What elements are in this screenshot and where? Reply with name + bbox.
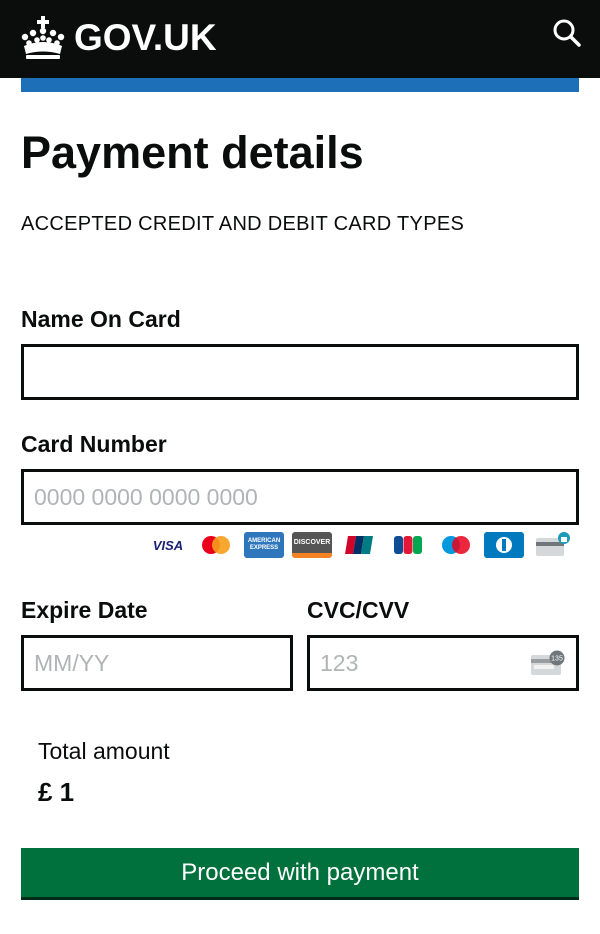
card-number-label: Card Number bbox=[21, 431, 167, 457]
visa-icon: VISA bbox=[152, 537, 184, 553]
name-on-card-input[interactable] bbox=[21, 344, 579, 400]
jcb-icon bbox=[388, 532, 428, 558]
unionpay-icon bbox=[340, 532, 380, 558]
cvc-label: CVC/CVV bbox=[307, 597, 410, 623]
discover-icon: DISCOVER bbox=[292, 532, 332, 558]
card-types-heading: ACCEPTED CREDIT AND DEBIT CARD TYPES bbox=[21, 213, 465, 235]
amex-icon: AMERICAN EXPRESS bbox=[244, 532, 284, 558]
name-on-card-label: Name On Card bbox=[21, 306, 181, 332]
expire-date-input[interactable] bbox=[21, 635, 293, 691]
cvc-card-icon: 135 bbox=[531, 650, 565, 675]
secure-card-icon bbox=[532, 532, 572, 558]
diners-icon bbox=[484, 532, 524, 558]
card-number-input[interactable] bbox=[21, 469, 579, 525]
accepted-card-logos: VISA AMERICAN EXPRESS DISCOVER bbox=[148, 532, 580, 558]
crown-icon bbox=[21, 16, 65, 59]
logo-text: GOV.UK bbox=[74, 17, 217, 58]
search-icon[interactable] bbox=[552, 18, 582, 48]
mastercard-icon bbox=[196, 532, 236, 558]
expire-date-label: Expire Date bbox=[21, 597, 148, 623]
govuk-logo[interactable]: GOV.UK bbox=[20, 16, 217, 60]
proceed-with-payment-button[interactable]: Proceed with payment bbox=[21, 848, 579, 900]
maestro-icon bbox=[436, 532, 476, 558]
page-title: Payment details bbox=[21, 127, 364, 178]
svg-text:135: 135 bbox=[551, 656, 563, 663]
site-header: GOV.UK bbox=[0, 0, 600, 78]
total-amount-value: £ 1 bbox=[38, 777, 75, 807]
header-accent-bar bbox=[21, 78, 579, 92]
total-amount-label: Total amount bbox=[38, 738, 170, 764]
